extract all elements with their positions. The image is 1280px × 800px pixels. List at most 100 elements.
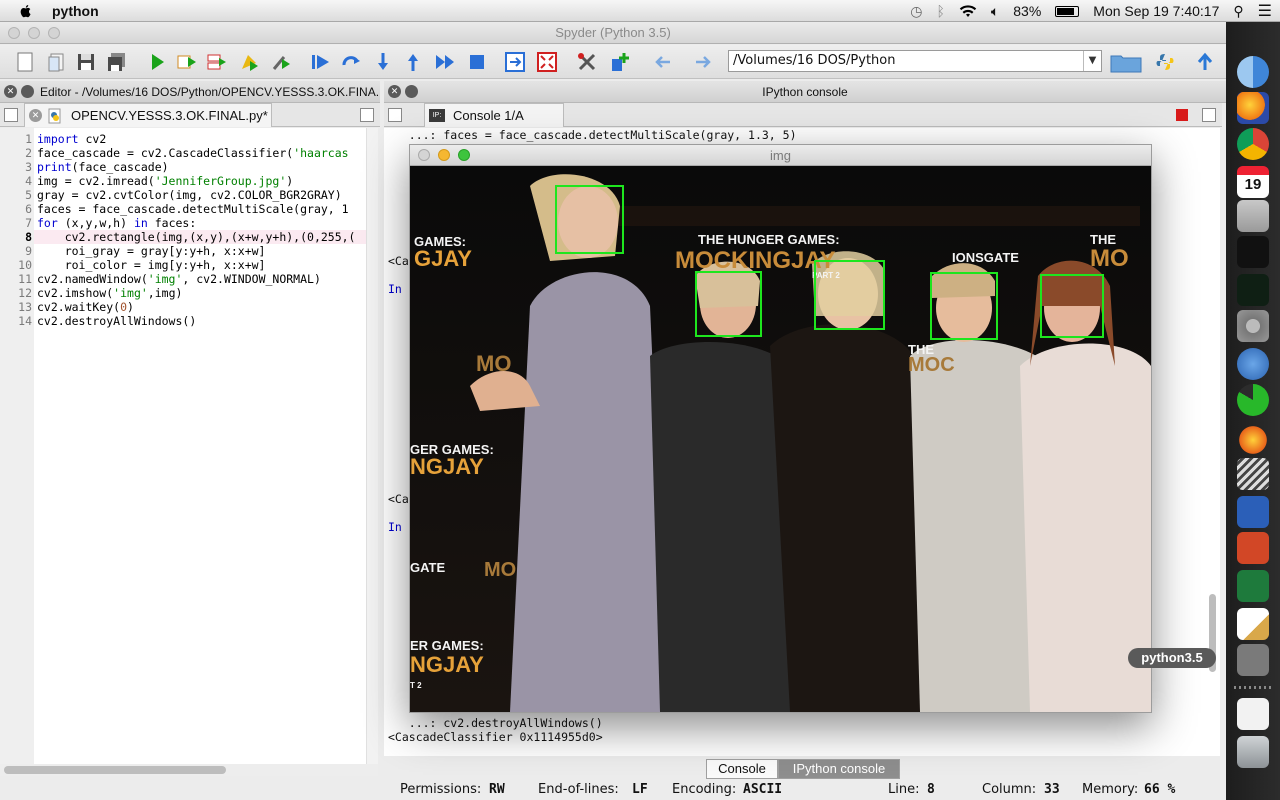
fullscreen-icon[interactable] [536,51,558,73]
run-cell-advance-icon[interactable] [206,51,228,73]
browse-folder-icon[interactable] [1110,51,1142,73]
line-label: Line: [888,782,920,797]
python-logo-icon[interactable] [1154,51,1176,73]
textedit-icon[interactable] [1237,608,1269,640]
pane-options-icon[interactable] [360,108,374,122]
tab-console[interactable]: Console [706,759,778,779]
sign-text: MO [484,559,516,581]
maximize-pane-icon[interactable] [504,51,526,73]
burst-icon[interactable] [1237,424,1269,456]
word-icon[interactable] [1237,496,1269,528]
save-all-icon[interactable] [106,51,128,73]
close-pane-icon[interactable]: ✕ [388,85,401,98]
calculator-icon[interactable] [1237,200,1269,232]
open-file-icon[interactable] [46,51,68,73]
dock-tooltip: python3.5 [1128,648,1216,668]
zoom-window-button[interactable] [48,27,60,39]
sign-text: MOCKINGJAY [675,247,835,274]
zoom-window-button[interactable] [458,149,470,161]
powerpoint-icon[interactable] [1237,532,1269,564]
battery-icon[interactable] [1055,5,1080,17]
stack-icon[interactable] [1237,458,1269,490]
code-line: import cv2 [37,132,107,146]
chrome-icon[interactable] [1237,128,1269,160]
sign-text: GATE [410,560,445,575]
browse-tabs-icon[interactable] [388,108,402,122]
scrollbar-thumb[interactable] [4,766,226,774]
pythonpath-manager-icon[interactable] [608,51,630,73]
excel-icon[interactable] [1237,570,1269,602]
run-selection-icon[interactable] [238,51,260,73]
volume-icon[interactable]: 🔈︎ [991,3,999,20]
save-icon[interactable] [75,51,97,73]
debug-continue-icon[interactable] [310,51,332,73]
working-directory-field[interactable]: /Volumes/16 DOS/Python ▼ [728,50,1102,72]
time-machine-icon[interactable]: ◷ [910,3,922,20]
line-value: 8 [927,782,935,797]
continue-icon[interactable] [434,51,456,73]
code-line: roi_gray = gray[y:y+h, x:x+w] [37,244,266,258]
calendar-icon[interactable]: 19 [1237,166,1269,198]
sign-text: ER GAMES: [410,638,484,653]
code-editor[interactable]: 1 2 3 4 5 6 7 8 9 10 11 12 13 14 import cv2 face_casca… [0,128,378,770]
terminal-icon[interactable] [1237,236,1269,268]
line-number: 13 [18,300,32,314]
spotlight-icon[interactable]: ⚲ [1233,3,1243,20]
document-icon[interactable] [1237,698,1269,730]
up-directory-icon[interactable] [1194,51,1216,73]
activity-monitor-icon[interactable] [1237,274,1269,306]
editor-tab-file[interactable]: ✕ OPENCV.YESSS.3.OK.FINAL.py* [24,103,272,127]
system-preferences-icon[interactable] [1237,310,1269,342]
minimize-window-button[interactable] [438,149,450,161]
close-window-button[interactable] [418,149,430,161]
spinner-icon[interactable] [1237,384,1269,416]
image-window-titlebar[interactable]: img [410,145,1151,166]
debug-icon[interactable] [270,51,292,73]
vertical-scrollbar[interactable] [366,128,378,770]
browse-tabs-icon[interactable] [4,108,18,122]
stop-debug-icon[interactable] [466,51,488,73]
battery-percent[interactable]: 83% [1013,3,1041,19]
close-pane-icon[interactable]: ✕ [4,85,17,98]
tab-ipython-console[interactable]: IPython console [778,759,900,779]
step-into-icon[interactable] [372,51,394,73]
pane-options-icon[interactable] [1202,108,1216,122]
wifi-icon[interactable] [959,4,977,18]
firefox-icon[interactable] [1237,92,1269,124]
undock-pane-icon[interactable] [21,85,34,98]
opencv-image-window[interactable]: img GAMES: GJAY THE HUNGER GAMES: MOCKIN… [409,144,1152,713]
line-number: 1 [25,132,32,146]
new-file-icon[interactable] [14,51,36,73]
step-over-icon[interactable] [340,51,362,73]
console-line: ...: cv2.destroyAllWindows() [388,716,603,730]
forward-arrow-icon[interactable] [692,51,714,73]
python-window-icon[interactable] [1237,644,1269,676]
close-window-button[interactable] [8,27,20,39]
sign-text: NGJAY [410,652,484,677]
permissions-label: Permissions: [400,782,482,797]
notification-center-icon[interactable]: ☰ [1258,1,1272,21]
run-cell-icon[interactable] [176,51,198,73]
undock-pane-icon[interactable] [405,85,418,98]
back-arrow-icon[interactable] [652,51,674,73]
bluetooth-icon[interactable]: ᛒ [936,3,944,19]
menubar-clock[interactable]: Mon Sep 19 7:40:17 [1093,3,1219,19]
app-menu-python[interactable]: python [52,3,99,19]
console-tab-label: Console 1/A [453,108,524,123]
console-tab[interactable]: IP: Console 1/A [424,103,564,127]
code-line: cv2.namedWindow('img', cv2.WINDOW_NORMAL… [37,272,321,286]
r-icon[interactable] [1237,348,1269,380]
trash-icon[interactable] [1237,736,1269,768]
run-icon[interactable] [146,51,168,73]
minimize-window-button[interactable] [28,27,40,39]
close-tab-icon[interactable]: ✕ [29,109,42,122]
code-line: faces = face_cascade.detectMultiScale(gr… [37,202,349,216]
interrupt-kernel-icon[interactable] [1176,109,1188,121]
chevron-down-icon[interactable]: ▼ [1083,51,1101,71]
preferences-icon[interactable] [576,51,598,73]
line-number: 4 [25,174,32,188]
finder-icon[interactable] [1237,56,1269,88]
editor-horizontal-scrollbar[interactable] [0,764,378,776]
step-return-icon[interactable] [402,51,424,73]
apple-menu-icon[interactable] [18,3,34,19]
